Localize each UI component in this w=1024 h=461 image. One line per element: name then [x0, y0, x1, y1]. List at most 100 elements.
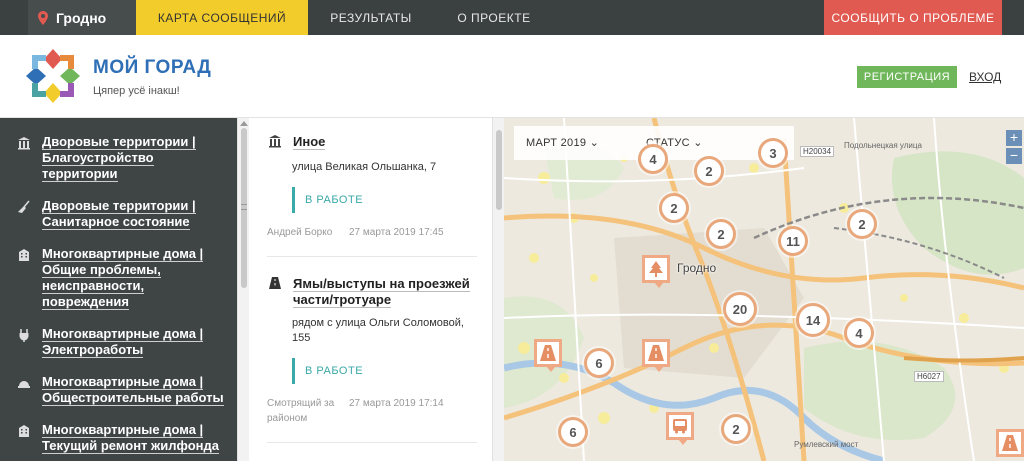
post-title-line: Иное — [293, 134, 326, 150]
tab-label: О ПРОЕКТЕ — [457, 10, 531, 25]
building-icon — [16, 424, 32, 454]
cluster-marker[interactable]: 11 — [778, 226, 808, 256]
post-address: улица Великая Ольшанка, 7 — [292, 160, 482, 175]
sidebar-item-line: Дворовые территории | — [42, 198, 196, 214]
road-tag: H20034 — [800, 146, 835, 157]
chevron-down-icon: ⌄ — [589, 137, 600, 149]
register-label: РЕГИСТРАЦИЯ — [863, 71, 951, 83]
scroll-up-arrow-icon[interactable] — [240, 121, 248, 126]
message-feed: Иное улица Великая Ольшанка, 7 В РАБОТЕ … — [249, 118, 492, 461]
sidebar-item-apartment-construction[interactable]: Многоквартирные дома | Общестроительные р… — [0, 374, 237, 406]
city-selector[interactable]: Гродно — [28, 0, 136, 35]
brand-tagline: Цяпер усё інакш! — [93, 85, 180, 97]
sidebar-scrollbar[interactable] — [237, 118, 249, 461]
tab-messages-map[interactable]: КАРТА СООБЩЕНИЙ — [136, 0, 308, 35]
report-problem-label: СООБЩИТЬ О ПРОБЛЕМЕ — [831, 10, 995, 25]
divider — [267, 442, 477, 443]
cluster-marker[interactable]: 6 — [584, 348, 614, 378]
columns-icon — [16, 136, 32, 182]
map-view[interactable]: МАРТ 2019 ⌄ СТАТУС ⌄ + − H20034 H6027 По… — [504, 118, 1024, 461]
sidebar-item-apartment-repair[interactable]: Многоквартирные дома | Текущий ремонт жил… — [0, 422, 237, 454]
feed-scroll-thumb[interactable] — [496, 130, 502, 210]
columns-icon — [267, 134, 283, 152]
sidebar-item-line: Многоквартирные дома | — [42, 422, 204, 438]
tab-label: КАРТА СООБЩЕНИЙ — [157, 10, 287, 25]
sidebar-item-apartment-electric[interactable]: Многоквартирные дома | Электроработы — [0, 326, 237, 358]
feed-post[interactable]: Ямы/выступы на проезжей части/тротуаре ря… — [267, 276, 482, 443]
sidebar-item-line: Общие проблемы, — [42, 262, 161, 278]
post-address-line: 155 — [292, 332, 311, 344]
cluster-marker[interactable]: 2 — [706, 219, 736, 249]
login-link[interactable]: ВХОД — [969, 70, 1001, 84]
tab-results[interactable]: РЕЗУЛЬТАТЫ — [318, 0, 424, 35]
post-meta: Андрей Борко 27 марта 2019 17:45 — [267, 225, 482, 240]
sidebar-item-line: повреждения — [42, 294, 129, 310]
post-title[interactable]: Иное — [267, 134, 482, 152]
cluster-marker[interactable]: 3 — [758, 138, 788, 168]
cluster-marker[interactable]: 2 — [847, 209, 877, 239]
register-button[interactable]: РЕГИСТРАЦИЯ — [857, 66, 957, 88]
road-marker-icon[interactable] — [534, 339, 562, 372]
post-author: Смотрящий за — [267, 398, 335, 409]
road-icon — [267, 276, 283, 308]
post-meta: Смотрящий за районом 27 марта 2019 17:14 — [267, 396, 482, 426]
sidebar-item-line: Электроработы — [42, 342, 144, 358]
cluster-marker[interactable]: 4 — [844, 318, 874, 348]
bus-marker-icon[interactable] — [666, 412, 694, 445]
status-label: В РАБОТЕ — [305, 194, 364, 206]
street-label: Румлевский мост — [794, 440, 859, 449]
cluster-marker[interactable]: 6 — [558, 417, 588, 447]
sidebar-item-apartment-general[interactable]: Многоквартирные дома | Общие проблемы, неи… — [0, 246, 237, 310]
sidebar-item-line: Текущий ремонт жилфонда — [42, 438, 219, 454]
helmet-icon — [16, 376, 32, 406]
building-icon — [16, 248, 32, 310]
tab-about[interactable]: О ПРОЕКТЕ — [444, 0, 544, 35]
feed-scrollbar[interactable] — [492, 118, 504, 461]
cluster-marker[interactable]: 20 — [723, 292, 757, 326]
sidebar-item-line: территории — [42, 166, 118, 182]
zoom-controls: + − — [1006, 130, 1022, 166]
status-label: В РАБОТЕ — [305, 365, 364, 377]
city-name: Гродно — [56, 9, 107, 26]
sidebar-item-line: Дворовые территории | — [42, 134, 196, 150]
cluster-marker[interactable]: 4 — [638, 144, 668, 174]
road-tag: H6027 — [914, 371, 944, 382]
status-badge: В РАБОТЕ — [292, 358, 482, 384]
sidebar-item-line: неисправности, — [42, 278, 145, 294]
sidebar-item-line: Многоквартирные дома | — [42, 326, 204, 342]
zoom-in-button[interactable]: + — [1006, 130, 1022, 146]
post-title-line: части/тротуаре — [293, 292, 392, 308]
post-date: 27 марта 2019 17:45 — [349, 227, 444, 238]
cluster-marker[interactable]: 2 — [721, 414, 751, 444]
post-author: районом — [267, 413, 308, 424]
tab-label: РЕЗУЛЬТАТЫ — [330, 10, 412, 25]
tree-marker-icon[interactable] — [642, 255, 670, 288]
post-address: рядом с улица Ольги Соломовой, 155 — [292, 316, 482, 346]
post-address-line: улица Великая Ольшанка, 7 — [292, 161, 437, 173]
cluster-marker[interactable]: 14 — [796, 303, 830, 337]
report-problem-button[interactable]: СООБЩИТЬ О ПРОБЛЕМЕ — [824, 0, 1002, 35]
month-filter-dropdown[interactable]: МАРТ 2019 ⌄ — [526, 136, 599, 149]
grip-icon — [241, 204, 247, 210]
divider — [267, 256, 477, 257]
feed-post[interactable]: Иное улица Великая Ольшанка, 7 В РАБОТЕ … — [267, 134, 482, 257]
month-filter-label: МАРТ 2019 — [526, 137, 587, 149]
street-label: Подольнецкая улица — [844, 141, 922, 150]
logo-icon[interactable] — [24, 47, 82, 105]
post-address-line: рядом с улица Ольги Соломовой, — [292, 317, 464, 329]
sidebar-item-line: Санитарное состояние — [42, 214, 190, 230]
plug-icon — [16, 328, 32, 358]
brand-name: МОЙ ГОРАД — [93, 57, 212, 78]
sidebar-item-yard-improvement[interactable]: Дворовые территории | Благоустройство терр… — [0, 134, 237, 182]
post-title[interactable]: Ямы/выступы на проезжей части/тротуаре — [267, 276, 482, 308]
location-pin-icon — [38, 10, 48, 25]
cluster-marker[interactable]: 2 — [694, 156, 724, 186]
zoom-out-button[interactable]: − — [1006, 148, 1022, 164]
road-marker-icon[interactable] — [996, 429, 1024, 457]
post-author: Андрей Борко — [267, 227, 333, 238]
sidebar-item-line: Общестроительные работы — [42, 390, 224, 406]
post-date: 27 марта 2019 17:14 — [349, 398, 444, 409]
sidebar-item-yard-sanitary[interactable]: Дворовые территории | Санитарное состояни… — [0, 198, 237, 230]
road-marker-icon[interactable] — [642, 339, 670, 372]
cluster-marker[interactable]: 2 — [659, 193, 689, 223]
